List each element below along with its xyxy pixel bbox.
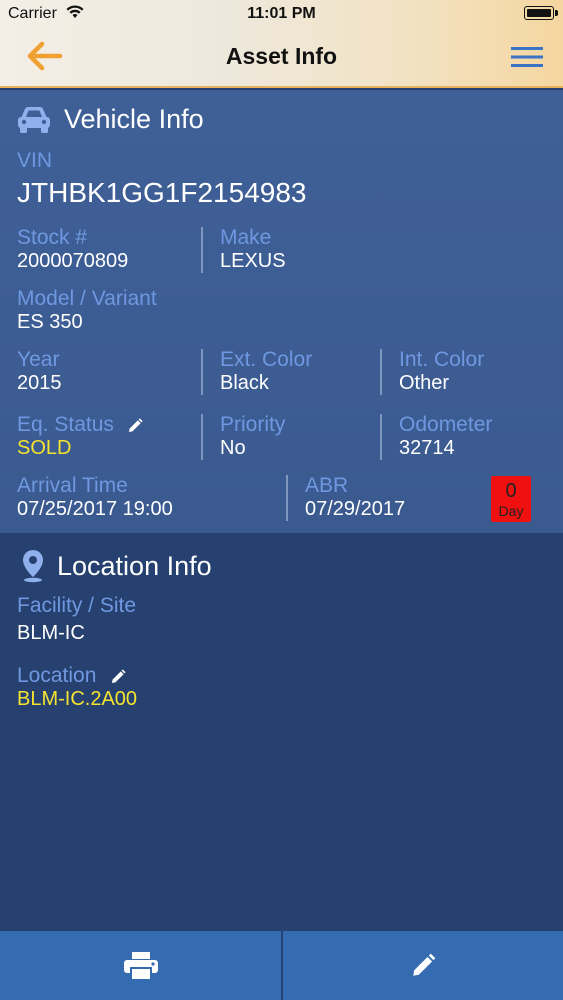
printer-icon <box>123 951 158 981</box>
vehicle-info-title: Vehicle Info <box>64 104 204 134</box>
int-color-label: Int. Color <box>399 348 485 371</box>
pencil-icon <box>413 953 436 976</box>
divider <box>201 414 203 460</box>
make-label: Make <box>220 226 272 249</box>
location-value: BLM-IC.2A00 <box>17 688 138 710</box>
arrival-time-value: 07/25/2017 19:00 <box>17 498 173 520</box>
divider <box>201 227 203 273</box>
facility-label: Facility / Site <box>17 594 137 617</box>
priority-label: Priority <box>220 413 286 436</box>
edit-button[interactable] <box>283 931 563 1000</box>
clock: 11:01 PM <box>247 5 316 22</box>
eq-status-edit-button[interactable] <box>127 418 143 439</box>
vin-value: JTHBK1GG1F2154983 <box>17 177 307 208</box>
nav-header: Carrier 11:01 PM Asset Info <box>0 0 563 88</box>
location-info-section: Location Info Facility / Site BLM-IC Loc… <box>0 533 563 931</box>
make-value: LEXUS <box>220 250 286 272</box>
odometer-value: 32714 <box>399 437 455 459</box>
divider <box>201 349 203 395</box>
ext-color-label: Ext. Color <box>220 348 313 371</box>
divider <box>380 349 382 395</box>
divider <box>380 414 382 460</box>
location-edit-button[interactable] <box>110 669 126 690</box>
location-info-title: Location Info <box>57 551 212 581</box>
ext-color-value: Black <box>220 372 269 394</box>
location-label: Location <box>17 664 97 687</box>
menu-button[interactable] <box>509 42 545 72</box>
priority-value: No <box>220 437 246 459</box>
status-bar: Carrier 11:01 PM <box>0 0 563 30</box>
car-icon <box>16 104 52 139</box>
battery-icon <box>524 6 558 20</box>
arrival-time-label: Arrival Time <box>17 474 128 497</box>
abr-value: 07/29/2017 <box>305 498 406 520</box>
abr-label: ABR <box>305 474 349 497</box>
eq-status-value: SOLD <box>17 437 72 459</box>
days-badge: 0 Day <box>491 476 531 522</box>
model-value: ES 350 <box>17 311 83 333</box>
days-count: 0 <box>505 480 517 502</box>
eq-status-label: Eq. Status <box>17 413 114 436</box>
stock-value: 2000070809 <box>17 250 129 272</box>
year-value: 2015 <box>17 372 62 394</box>
page-title: Asset Info <box>225 43 338 69</box>
model-label: Model / Variant <box>17 287 157 310</box>
facility-value: BLM-IC <box>17 622 85 644</box>
vin-label: VIN <box>17 149 53 172</box>
int-color-value: Other <box>399 372 450 394</box>
pencil-icon <box>129 418 143 432</box>
hamburger-menu-icon <box>511 47 543 67</box>
odometer-label: Odometer <box>399 413 493 436</box>
year-label: Year <box>17 348 60 371</box>
stock-label: Stock # <box>17 226 88 249</box>
divider <box>286 475 288 521</box>
map-pin-icon <box>20 549 46 588</box>
print-button[interactable] <box>0 931 281 1000</box>
pencil-icon <box>112 669 126 683</box>
days-unit: Day <box>498 503 524 519</box>
bottom-toolbar <box>0 931 563 1000</box>
vehicle-info-section: Vehicle Info VIN JTHBK1GG1F2154983 Stock… <box>0 90 563 533</box>
